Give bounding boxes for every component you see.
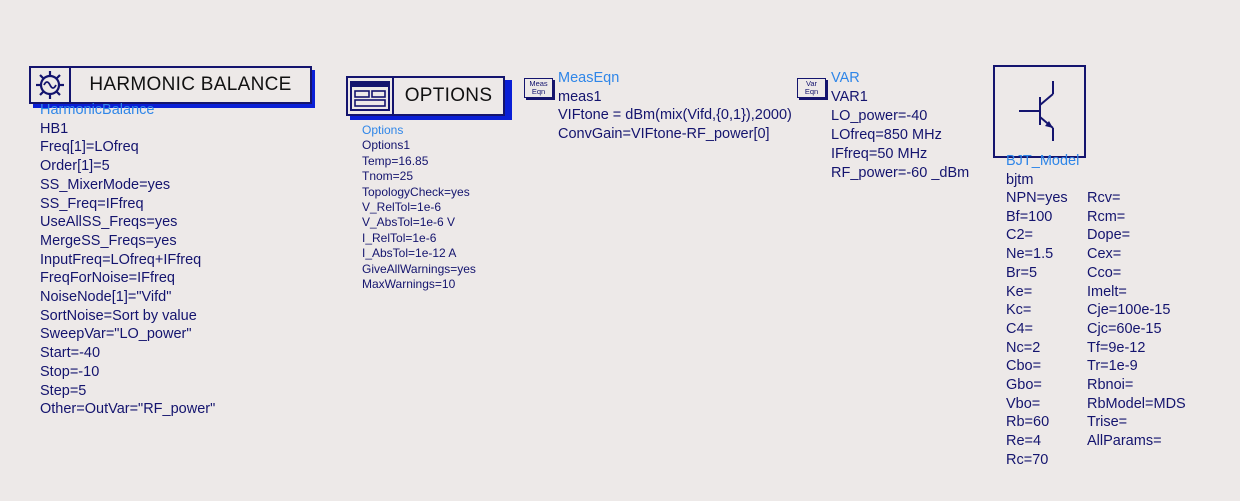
meas-eqn-icon[interactable]: Meas Eqn	[524, 78, 553, 98]
hb-param: FreqForNoise=IFfreq	[40, 270, 175, 287]
options-title: OPTIONS	[392, 76, 505, 116]
bjt-param: AllParams=	[1087, 433, 1162, 450]
hb-param: SweepVar="LO_power"	[40, 326, 192, 343]
var-param: LO_power=-40	[831, 108, 928, 124]
bjt-param: Nc=2	[1006, 339, 1041, 356]
options-param: TopologyCheck=yes	[362, 184, 470, 199]
bjt-param: Cex=	[1087, 246, 1122, 263]
bjt-param: Imelt=	[1087, 283, 1127, 300]
hb-type-label: HarmonicBalance	[40, 102, 155, 118]
npn-transistor-icon	[1019, 81, 1054, 141]
harmonic-balance-icon[interactable]	[29, 66, 71, 104]
var-eqn-icon[interactable]: Var Eqn	[797, 78, 826, 98]
bjt-param: Rc=70	[1006, 451, 1049, 468]
var-param: LOfreq=850 MHz	[831, 127, 942, 143]
bjt-param: NPN=yes	[1006, 190, 1068, 206]
var-type-label: VAR	[831, 70, 860, 86]
bjt-param: Ke=	[1006, 283, 1033, 300]
options-param: Temp=16.85	[362, 153, 429, 168]
bjt-param: Rbnoi=	[1087, 377, 1134, 394]
var-param: IFfreq=50 MHz	[831, 146, 928, 162]
meas-eqn-expression: VIFtone = dBm(mix(Vifd,{0,1}),2000)	[558, 107, 792, 123]
var-param: RF_power=-60 _dBm	[831, 165, 970, 181]
bjt-model-header: BJT_Model bjtm	[1006, 152, 1079, 189]
hb-param: UseAllSS_Freqs=yes	[40, 214, 178, 231]
bjt-param: Dope=	[1087, 227, 1131, 244]
harmonic-balance-params: HarmonicBalance HB1 Freq[1]=LOfreq Order…	[40, 101, 215, 419]
hb-param: SortNoise=Sort by value	[40, 307, 197, 324]
hb-param: Stop=-10	[40, 363, 100, 380]
options-type-label: Options	[362, 123, 404, 137]
bjt-param: Kc=	[1006, 302, 1032, 319]
hb-param: Other=OutVar="RF_power"	[40, 401, 216, 418]
bjt-param: Trise=	[1087, 414, 1128, 431]
window-panel-icon	[350, 81, 390, 111]
bjt-param: Cbo=	[1006, 358, 1042, 375]
hb-param: SS_Freq=IFfreq	[40, 195, 144, 212]
bjt-param: Tr=1e-9	[1087, 358, 1138, 375]
bjt-type-label: BJT_Model	[1006, 153, 1080, 169]
options-param: MaxWarnings=10	[362, 277, 456, 292]
hb-instance-name: HB1	[40, 120, 69, 137]
bjt-param: Re=4	[1006, 433, 1042, 450]
bjt-instance-name: bjtm	[1006, 171, 1034, 188]
bjt-model-symbol[interactable]	[993, 65, 1086, 158]
hb-param: MergeSS_Freqs=yes	[40, 232, 177, 249]
hb-param: NoiseNode[1]="Vifd"	[40, 289, 172, 306]
bjt-param: Bf=100	[1006, 208, 1053, 225]
meas-eqn-expression: ConvGain=VIFtone-RF_power[0]	[558, 125, 770, 142]
bjt-param: Cco=	[1087, 264, 1122, 281]
options-params: Options Options1 Temp=16.85 Tnom=25 Topo…	[362, 123, 476, 292]
var-instance-name: VAR1	[831, 89, 868, 105]
bjt-param: Gbo=	[1006, 377, 1042, 394]
bjt-param: Br=5	[1006, 264, 1038, 281]
hb-param: Start=-40	[40, 345, 101, 362]
meas-eqn-type-label: MeasEqn	[558, 70, 620, 86]
options-param: I_AbsTol=1e-12 A	[362, 246, 457, 261]
hb-param: Freq[1]=LOfreq	[40, 139, 139, 156]
harmonic-balance-title: HARMONIC BALANCE	[69, 66, 312, 104]
options-param: V_AbsTol=1e-6 V	[362, 215, 456, 230]
bjt-param: Ne=1.5	[1006, 246, 1054, 263]
bjt-param: Rcv=	[1087, 190, 1121, 206]
bjt-param: C4=	[1006, 320, 1034, 337]
hb-param: Step=5	[40, 382, 87, 399]
options-param: Tnom=25	[362, 169, 414, 184]
options-param: V_RelTol=1e-6	[362, 200, 442, 215]
sine-wave-gear-icon	[36, 71, 64, 99]
bjt-param: Tf=9e-12	[1087, 339, 1146, 356]
bjt-param: C2=	[1006, 227, 1034, 244]
options-icon[interactable]	[346, 76, 394, 116]
bjt-params-left: NPN=yes Bf=100 C2= Ne=1.5 Br=5 Ke= Kc= C…	[1006, 189, 1068, 470]
var-eqn-icon-line2: Eqn	[804, 87, 819, 96]
hb-param: SS_MixerMode=yes	[40, 176, 171, 193]
options-param: GiveAllWarnings=yes	[362, 261, 476, 276]
options-param: I_RelTol=1e-6	[362, 230, 437, 245]
bjt-param: Vbo=	[1006, 395, 1041, 412]
bjt-param: Cje=100e-15	[1087, 302, 1171, 319]
hb-param: Order[1]=5	[40, 158, 110, 175]
options-instance-name: Options1	[362, 138, 411, 153]
bjt-param: Rb=60	[1006, 414, 1050, 431]
hb-param: InputFreq=LOfreq+IFfreq	[40, 251, 202, 268]
bjt-param: Rcm=	[1087, 208, 1126, 225]
meas-eqn-params: MeasEqn meas1 VIFtone = dBm(mix(Vifd,{0,…	[558, 69, 792, 143]
bjt-params-right: Rcv= Rcm= Dope= Cex= Cco= Imelt= Cje=100…	[1087, 189, 1186, 451]
bjt-param: RbModel=MDS	[1087, 395, 1186, 412]
var-params: VAR VAR1 LO_power=-40 LOfreq=850 MHz IFf…	[831, 69, 969, 183]
meas-eqn-icon-line2: Eqn	[531, 87, 546, 96]
meas-eqn-instance-name: meas1	[558, 88, 602, 105]
bjt-param: Cjc=60e-15	[1087, 320, 1162, 337]
